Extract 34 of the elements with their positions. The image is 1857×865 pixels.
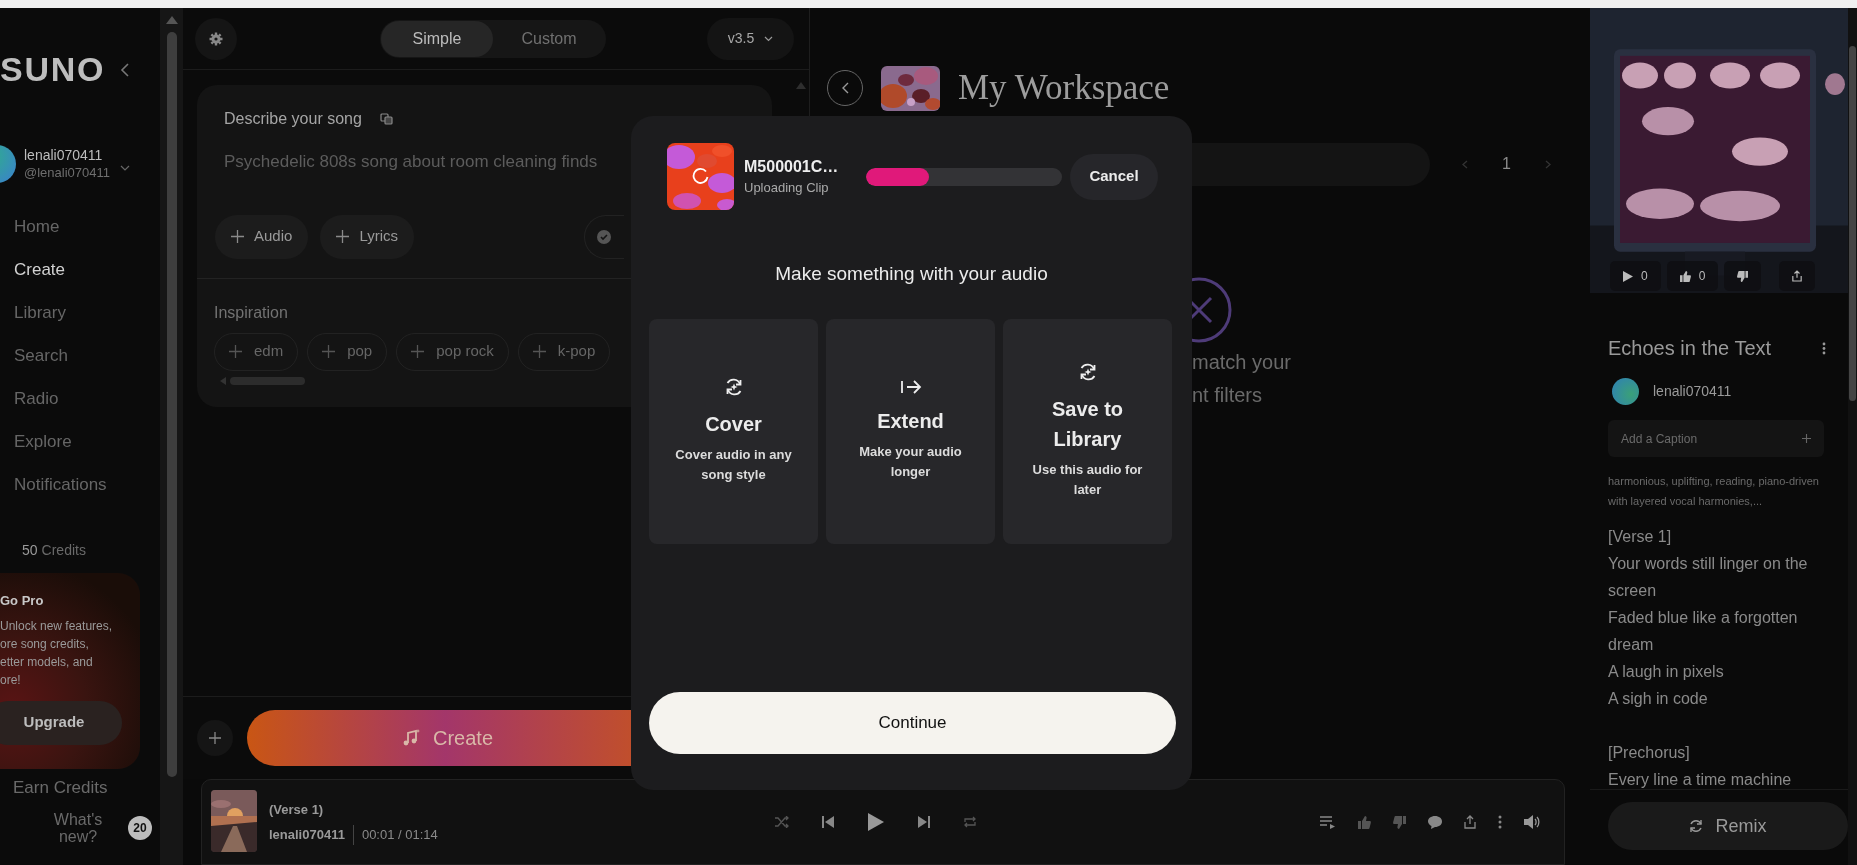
page-title: My Workspace	[958, 67, 1170, 109]
credits-label: Credits	[41, 541, 86, 560]
upload-status: Uploading Clip	[744, 178, 830, 197]
file-name: M500001C…	[744, 156, 840, 177]
option-description: Make your audio longer	[858, 443, 963, 481]
user-handle: @lenali070411	[24, 164, 110, 182]
track-title: (Verse 1)	[269, 800, 325, 819]
credits-count: 50	[22, 541, 38, 560]
style-tags: harmonious, uplifting, reading, piano-driven with layered vocal harmonies,...	[1590, 471, 1848, 511]
lyric-line: Every line a time machine	[1608, 770, 1793, 789]
option-title: Save to Library	[1050, 397, 1125, 452]
lyric-line: [Prechorus]	[1608, 743, 1691, 763]
dialog-heading: Make something with your audio	[774, 262, 1049, 286]
option-description: Cover audio in any song style	[674, 446, 793, 484]
notification-badge: 20	[128, 816, 152, 840]
lyric-line: A sigh in code	[1608, 689, 1709, 709]
logo: SUNO	[0, 49, 106, 90]
prompt-label: Describe your song	[224, 109, 362, 129]
lyric-line: Your words still linger on the screen	[1608, 554, 1809, 601]
promo-title: Go Pro	[0, 592, 45, 610]
section-label: Inspiration	[213, 302, 289, 323]
lyric-line: [Verse 1]	[1608, 527, 1673, 547]
username: lenali070411	[24, 146, 104, 164]
empty-message: nt filters	[1192, 382, 1264, 408]
song-title: Echoes in the Text	[1608, 336, 1772, 361]
page-number: 1	[1502, 154, 1511, 174]
lyric-line: A laugh in pixels	[1608, 662, 1725, 682]
option-title: Extend	[876, 409, 945, 434]
option-title: Cover	[704, 412, 763, 437]
lyric-line: Faded blue like a forgotten dream	[1608, 608, 1799, 655]
track-time: 00:01 / 01:14	[360, 826, 438, 844]
promo-text: Unlock new features, ore song credits, etter models, and ore!	[0, 617, 114, 689]
empty-message: match your	[1192, 349, 1292, 375]
option-description: Use this audio for later	[1031, 461, 1144, 499]
